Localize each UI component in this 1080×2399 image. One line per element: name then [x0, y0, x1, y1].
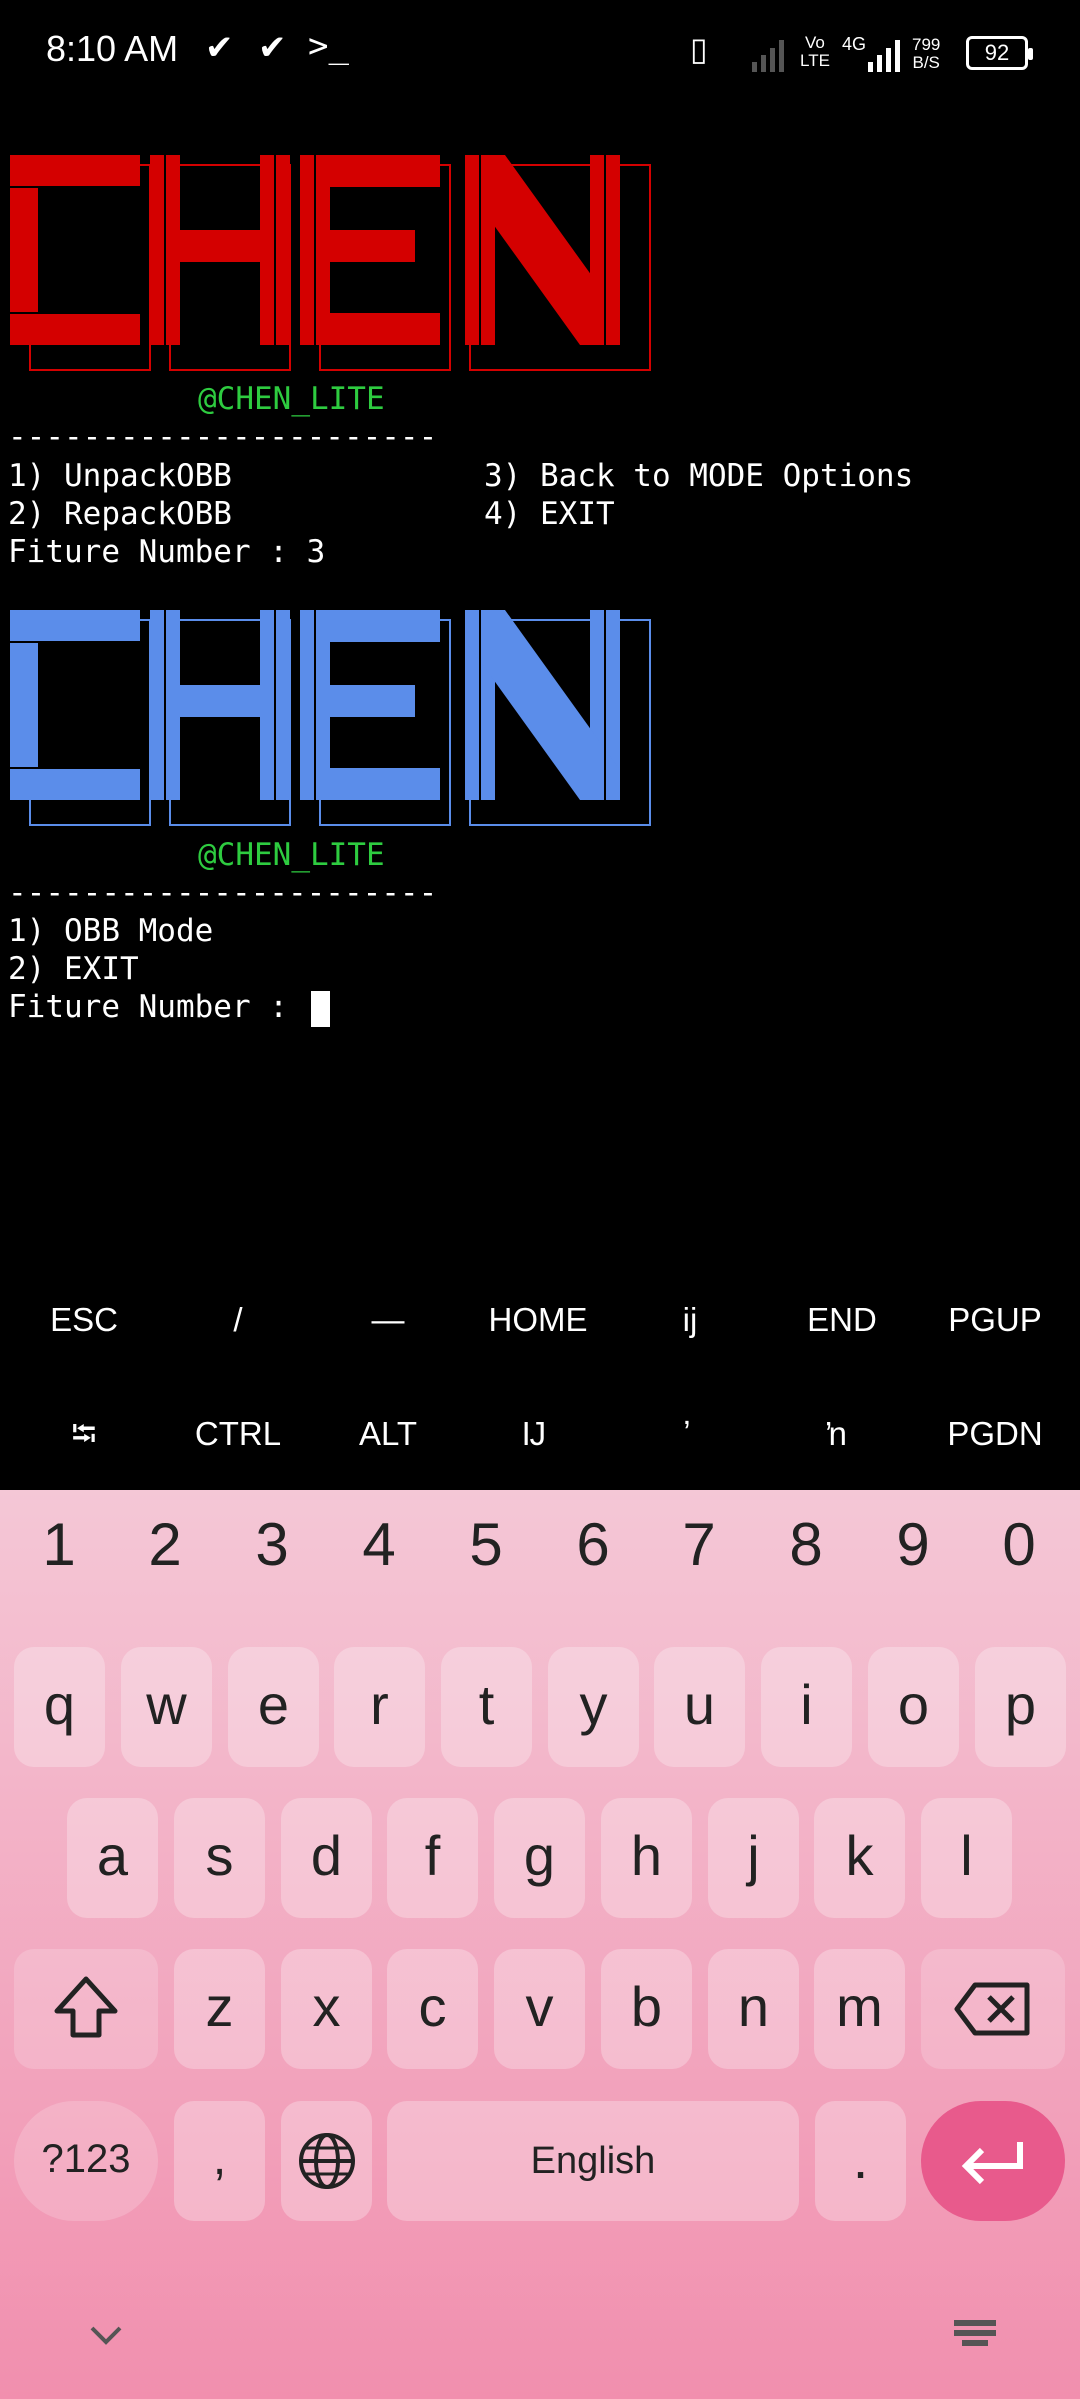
key-b[interactable]: b [601, 1949, 692, 2069]
battery-icon: 92 [966, 36, 1033, 70]
key-z[interactable]: z [174, 1949, 265, 2069]
key-ij-ligature[interactable]: Ĳ [457, 1384, 611, 1484]
space-bar[interactable]: English [387, 2101, 799, 2221]
key-ctrl[interactable]: CTRL [161, 1384, 315, 1484]
logo-blue [10, 610, 651, 826]
key-h[interactable]: h [601, 1798, 692, 1918]
key-0[interactable]: 0 [969, 1510, 1069, 1579]
key-7[interactable]: 7 [649, 1510, 749, 1579]
key-d[interactable]: d [281, 1798, 372, 1918]
signal-strong-icon [868, 40, 900, 72]
key-home[interactable]: HOME [461, 1270, 615, 1370]
globe-icon [298, 2133, 355, 2189]
handle-label-2: @CHEN_LITE [198, 837, 385, 873]
key-n[interactable]: n [708, 1949, 799, 2069]
key-p[interactable]: p [975, 1647, 1066, 1767]
net-speed: 799 B/S [912, 35, 941, 72]
check-icon: ✔ [205, 29, 234, 67]
prompt-1: Fiture Number : 3 [8, 534, 326, 570]
key-r[interactable]: r [334, 1647, 425, 1767]
key-n-apostrophe[interactable]: ŉ [760, 1384, 914, 1484]
language-key[interactable] [281, 2101, 372, 2221]
key-pgup[interactable]: PGUP [918, 1270, 1072, 1370]
key-6[interactable]: 6 [543, 1510, 643, 1579]
key-a[interactable]: a [67, 1798, 158, 1918]
key-1[interactable]: 1 [9, 1510, 109, 1579]
hide-keyboard-chevron-icon[interactable] [88, 2324, 124, 2348]
key-o[interactable]: o [868, 1647, 959, 1767]
key-dash[interactable]: — [311, 1270, 465, 1370]
key-f[interactable]: f [387, 1798, 478, 1918]
key-k[interactable]: k [814, 1798, 905, 1918]
key-s[interactable]: s [174, 1798, 265, 1918]
key-esc[interactable]: ESC [7, 1270, 161, 1370]
check-icon: ✔ [258, 29, 287, 67]
soft-keyboard: 1 2 3 4 5 6 7 8 9 0 q w e r t y u i o p … [0, 1490, 1080, 2399]
menu1-item-1: 1) UnpackOBB [8, 458, 232, 494]
shift-icon [54, 1976, 118, 2038]
logo-red [10, 155, 651, 371]
keyboard-switch-icon[interactable] [952, 2318, 998, 2348]
key-t[interactable]: t [441, 1647, 532, 1767]
key-tab[interactable]: ⭾ [7, 1384, 161, 1484]
key-m[interactable]: m [814, 1949, 905, 2069]
backspace-icon [954, 1982, 1030, 2036]
text-cursor [310, 990, 330, 1027]
key-w[interactable]: w [121, 1647, 212, 1767]
menu1-item-4: 4) EXIT [484, 496, 615, 532]
menu1-item-3: 3) Back to MODE Options [484, 458, 914, 494]
handle-label-1: @CHEN_LITE [198, 381, 385, 417]
key-3[interactable]: 3 [222, 1510, 322, 1579]
key-9[interactable]: 9 [863, 1510, 963, 1579]
prompt-2[interactable]: Fiture Number : [8, 988, 330, 1027]
key-5[interactable]: 5 [436, 1510, 536, 1579]
vibrate-icon: ▯ [690, 31, 708, 67]
key-x[interactable]: x [281, 1949, 372, 2069]
key-ij[interactable]: ij [613, 1270, 767, 1370]
key-l[interactable]: l [921, 1798, 1012, 1918]
key-u[interactable]: u [654, 1647, 745, 1767]
key-comma[interactable]: , [174, 2101, 265, 2221]
key-alt[interactable]: ALT [311, 1384, 465, 1484]
signal-weak-icon [752, 40, 784, 72]
key-y[interactable]: y [548, 1647, 639, 1767]
key-slash[interactable]: / [161, 1270, 315, 1370]
key-c[interactable]: c [387, 1949, 478, 2069]
key-2[interactable]: 2 [115, 1510, 215, 1579]
status-bar: 8:10 AM ✔ ✔ >_ ▯ Vo LTE 4G 799 B/S 92 [0, 0, 1080, 110]
key-i[interactable]: i [761, 1647, 852, 1767]
menu1-item-2: 2) RepackOBB [8, 496, 232, 532]
divider-2: ----------------------- [8, 875, 438, 911]
key-j[interactable]: j [708, 1798, 799, 1918]
enter-key[interactable] [921, 2101, 1065, 2221]
volte-indicator: Vo LTE [800, 33, 830, 70]
key-end[interactable]: END [765, 1270, 919, 1370]
backspace-key[interactable] [921, 1949, 1065, 2069]
shift-key[interactable] [14, 1949, 158, 2069]
key-q[interactable]: q [14, 1647, 105, 1767]
status-time: 8:10 AM [46, 28, 179, 69]
key-pgdn[interactable]: PGDN [918, 1384, 1072, 1484]
network-type: 4G [842, 34, 867, 54]
enter-icon [961, 2142, 1023, 2185]
key-apostrophe[interactable]: ʼ [610, 1384, 764, 1484]
key-period[interactable]: . [815, 2101, 906, 2221]
key-4[interactable]: 4 [329, 1510, 429, 1579]
terminal-icon: >_ [308, 26, 349, 66]
key-v[interactable]: v [494, 1949, 585, 2069]
divider-1: ----------------------- [8, 419, 438, 455]
menu2-item-1: 1) OBB Mode [8, 913, 214, 949]
symbols-key[interactable]: ?123 [14, 2101, 158, 2221]
number-row: 1 2 3 4 5 6 7 8 9 0 [0, 1490, 1080, 1630]
extra-keys-bar: ESC / — HOME ij END PGUP ⭾ CTRL ALT Ĳ ʼ … [0, 1260, 1080, 1488]
menu2-item-2: 2) EXIT [8, 951, 139, 987]
key-e[interactable]: e [228, 1647, 319, 1767]
key-8[interactable]: 8 [756, 1510, 856, 1579]
key-g[interactable]: g [494, 1798, 585, 1918]
